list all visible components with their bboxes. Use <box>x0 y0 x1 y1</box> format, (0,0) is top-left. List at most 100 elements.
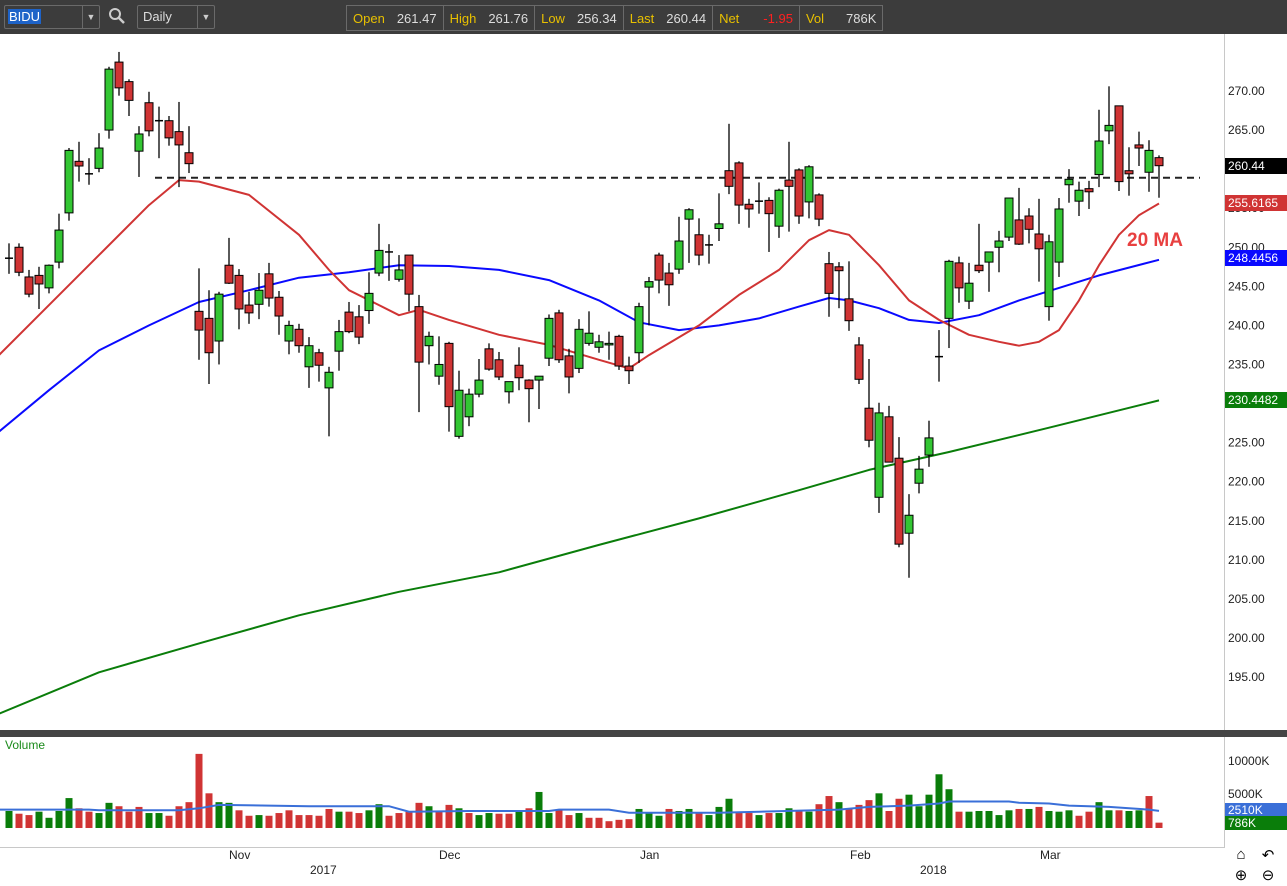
volume-bar <box>835 802 843 828</box>
candle-body <box>494 359 504 378</box>
volume-bar <box>535 791 543 828</box>
price-tick-label: 225.00 <box>1228 436 1265 450</box>
candle-body <box>724 170 734 187</box>
volume-bar <box>695 813 703 828</box>
candle-body <box>684 209 694 220</box>
price-tick-label: 200.00 <box>1228 631 1265 645</box>
candle-body <box>184 152 194 165</box>
volume-tick-5000k: 5000K <box>1228 787 1263 801</box>
candle-body <box>954 262 964 289</box>
candle-body <box>244 304 254 314</box>
candle-body <box>234 274 244 310</box>
candle-body <box>444 342 454 408</box>
volume-bar <box>185 802 193 828</box>
volume-bar <box>815 804 823 828</box>
volume-bar <box>565 815 573 828</box>
candle-body <box>54 229 64 263</box>
zoom-out-icon[interactable]: ⊖ <box>1259 866 1277 884</box>
volume-bar <box>435 811 443 828</box>
volume-ma-line <box>0 800 1160 814</box>
candle-body <box>124 81 134 101</box>
volume-bar <box>755 815 763 828</box>
candle-body <box>584 332 594 344</box>
price-pane[interactable] <box>0 34 1224 731</box>
pane-splitter[interactable] <box>0 730 1287 737</box>
volume-bar <box>945 789 953 828</box>
volume-bar <box>325 808 333 828</box>
price-tick-label: 245.00 <box>1228 279 1265 293</box>
candle-body <box>1124 170 1134 175</box>
price-tick-label: 195.00 <box>1228 670 1265 684</box>
candle-body <box>1114 105 1124 183</box>
volume-bar <box>545 813 553 828</box>
candle-body <box>904 514 914 534</box>
candle-body <box>14 246 24 273</box>
candle-body <box>974 264 984 272</box>
candle-body <box>24 276 34 295</box>
candle-body <box>764 199 774 215</box>
price-tick-label: 235.00 <box>1228 357 1265 371</box>
price-chart[interactable]: 270.00265.00260.00255.00250.00245.00240.… <box>0 0 1287 886</box>
candle-body <box>224 264 234 284</box>
candle-body <box>1134 144 1144 149</box>
volume-bar <box>445 804 453 828</box>
candle-body <box>664 272 674 286</box>
x-label-feb: Feb <box>850 848 871 862</box>
candle-body <box>254 289 264 305</box>
volume-bar <box>1145 796 1153 828</box>
candle-body <box>434 363 444 377</box>
volume-bar <box>1025 808 1033 828</box>
candle-body <box>964 282 974 302</box>
volume-bar <box>765 813 773 828</box>
candle-body <box>504 381 514 393</box>
candle-body <box>454 389 464 437</box>
candle <box>554 309 564 363</box>
home-icon[interactable]: ⌂ <box>1232 846 1250 863</box>
candle-body <box>324 371 334 389</box>
candle-body <box>354 316 364 338</box>
candle-body <box>774 189 784 227</box>
candle-body <box>654 254 664 281</box>
candle-body <box>864 407 874 441</box>
undo-icon[interactable]: ↶ <box>1259 846 1277 864</box>
candle-body <box>644 281 654 288</box>
volume-bar <box>965 811 973 828</box>
volume-bar <box>415 802 423 828</box>
volume-bar <box>595 817 603 828</box>
volume-bar <box>5 811 13 828</box>
candle-body <box>174 131 184 146</box>
candle-body <box>1084 188 1094 193</box>
candle-body <box>1154 157 1164 167</box>
volume-bar <box>905 794 913 828</box>
candle-body <box>1054 208 1064 263</box>
volume-bar <box>825 796 833 828</box>
volume-bar <box>385 815 393 828</box>
candle-body <box>214 293 224 342</box>
candle-body <box>1004 197 1014 238</box>
volume-bar <box>615 819 623 828</box>
candle-body <box>564 355 574 378</box>
volume-bar <box>395 813 403 828</box>
candle <box>794 168 804 224</box>
candle-body <box>694 234 704 256</box>
volume-pane-label: Volume <box>5 738 46 752</box>
volume-ma-badge: 2510K <box>1225 803 1287 817</box>
candle <box>874 402 884 513</box>
candle-body <box>814 194 824 220</box>
candle-body <box>914 468 924 484</box>
ma20-annotation: 20 MA <box>1127 230 1183 251</box>
volume-bar <box>885 811 893 828</box>
candle-body <box>394 269 404 280</box>
volume-bar <box>365 810 373 828</box>
candle-body <box>714 223 724 230</box>
x-label-jan: Jan <box>640 848 660 862</box>
volume-bar <box>145 813 153 828</box>
volume-bar <box>95 813 103 828</box>
volume-bar <box>955 811 963 828</box>
volume-bar <box>335 811 343 828</box>
zoom-in-icon[interactable]: ⊕ <box>1232 866 1250 884</box>
volume-bar <box>35 811 43 828</box>
candle-body <box>674 240 684 270</box>
volume-bar <box>255 815 263 828</box>
volume-bar <box>805 811 813 828</box>
